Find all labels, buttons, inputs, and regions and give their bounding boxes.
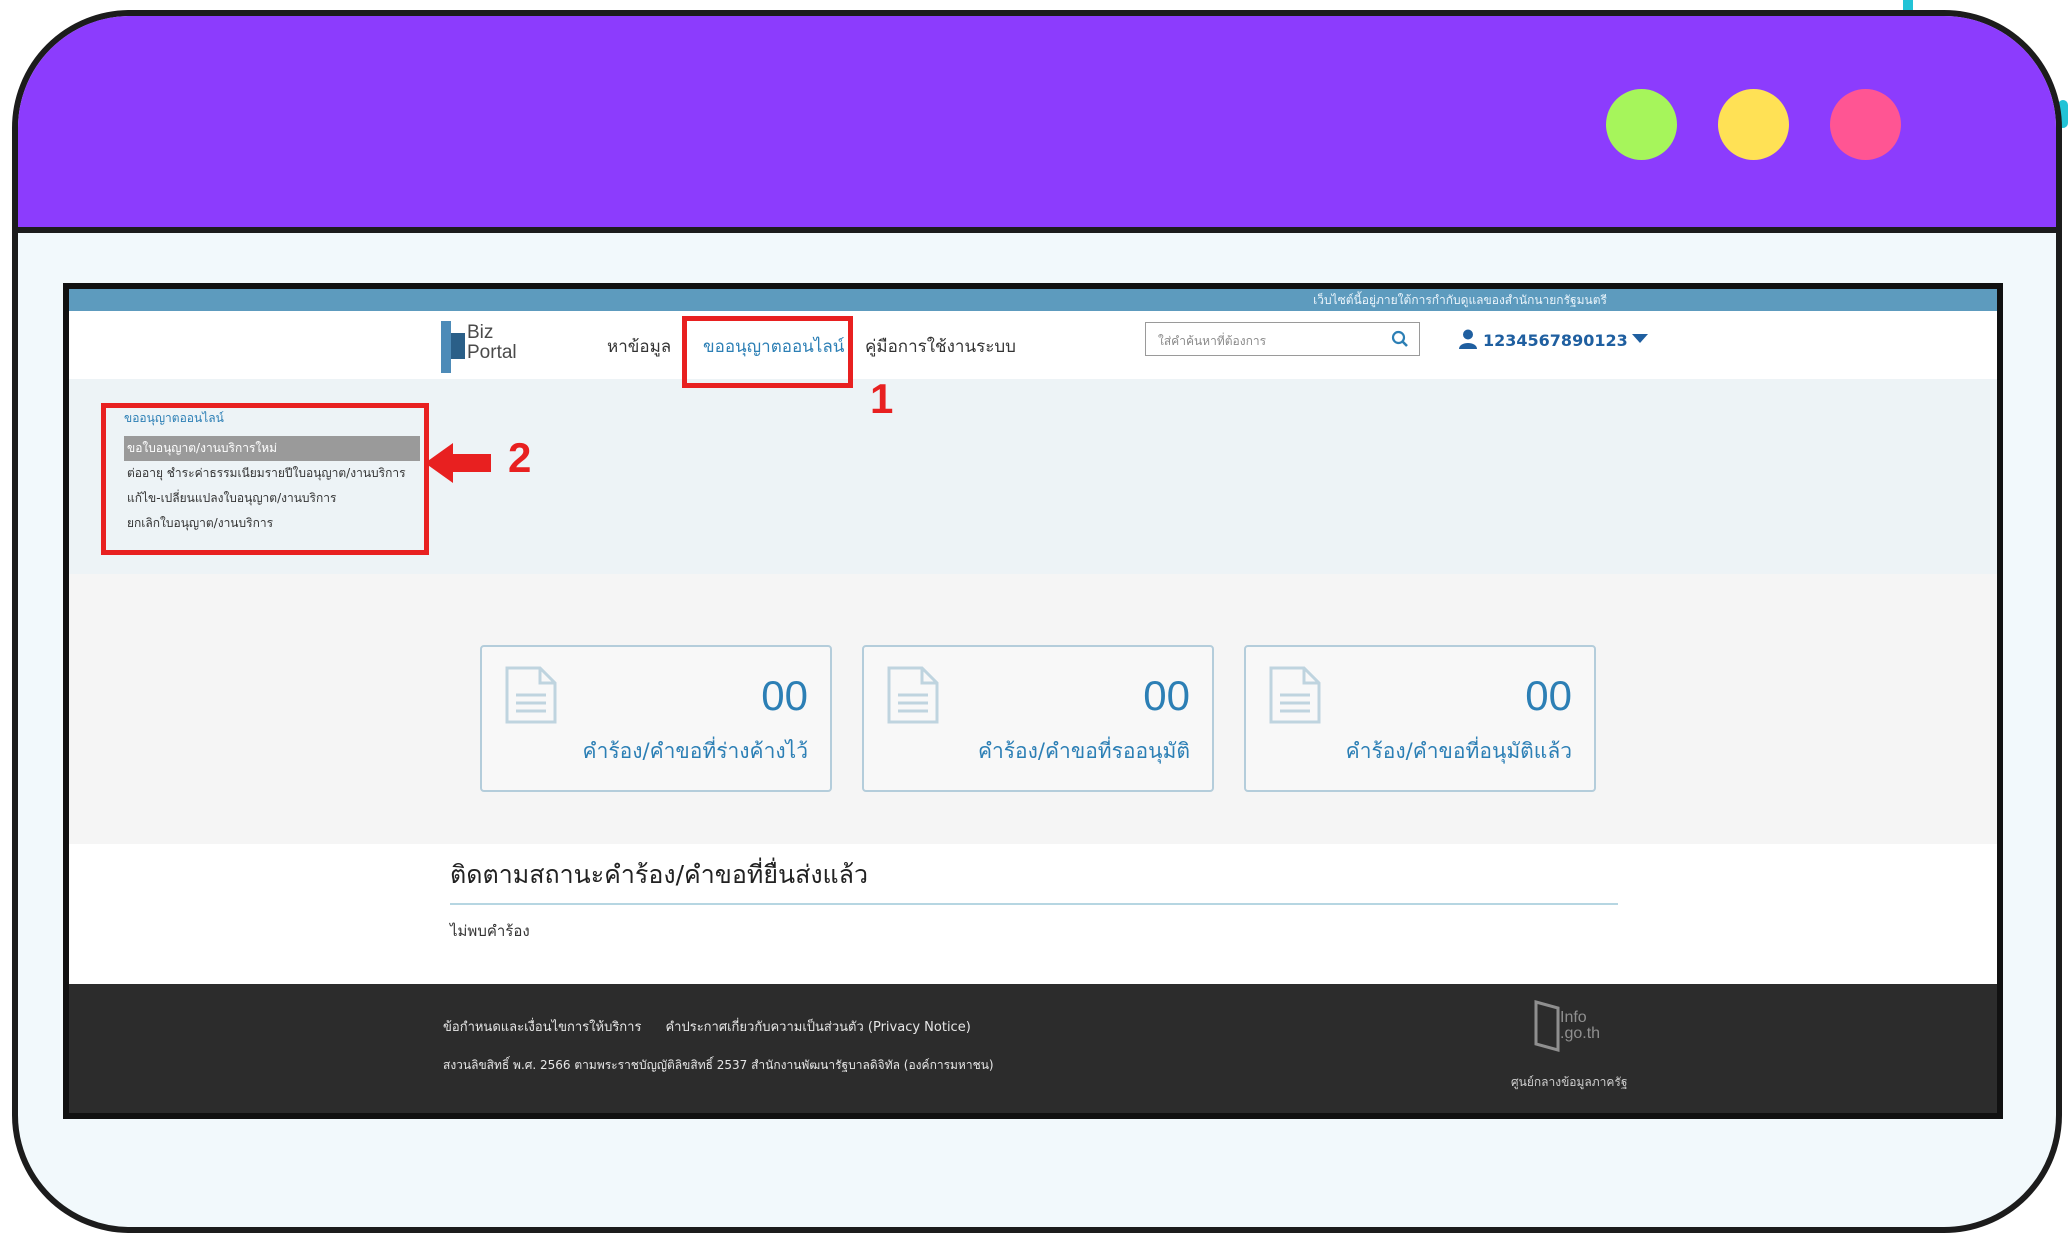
summary-card-pending[interactable]: 00 คำร้อง/คำขอที่รออนุมัติ bbox=[862, 645, 1214, 792]
green-window-dot[interactable] bbox=[1606, 89, 1677, 160]
summary-card-draft[interactable]: 00 คำร้อง/คำขอที่ร่างค้างไว้ bbox=[480, 645, 832, 792]
yellow-window-dot[interactable] bbox=[1718, 89, 1789, 160]
card-count: 00 bbox=[1525, 672, 1572, 719]
info-logo-text: Info .go.th bbox=[1560, 1010, 1600, 1042]
card-count: 00 bbox=[761, 672, 808, 719]
summary-card-approved[interactable]: 00 คำร้อง/คำขอที่อนุมัติแล้ว bbox=[1244, 645, 1596, 792]
no-requests-text: ไม่พบคำร้อง bbox=[450, 922, 530, 940]
search-icon[interactable] bbox=[1391, 330, 1409, 352]
card-label: คำร้อง/คำขอที่รออนุมัติ bbox=[977, 739, 1190, 763]
highlight-box-online-permit bbox=[682, 316, 853, 388]
document-icon bbox=[504, 665, 558, 729]
info-logo-line1: Info bbox=[1560, 1009, 1587, 1026]
footer-link-terms[interactable]: ข้อกำหนดและเงื่อนไขการให้บริการ bbox=[443, 1020, 641, 1035]
bizportal-logo[interactable]: Biz Portal bbox=[441, 319, 517, 375]
user-id: 1234567890123 bbox=[1483, 331, 1628, 350]
top-navbar: Biz Portal หาข้อมูล ขออนุญาตออนไลน์ คู่ม… bbox=[69, 311, 1997, 379]
footer-link-privacy[interactable]: คำประกาศเกี่ยวกับความเป็นส่วนตัว (Privac… bbox=[665, 1020, 970, 1035]
annotation-number-1: 1 bbox=[870, 375, 894, 422]
logo-line2: Portal bbox=[467, 342, 517, 363]
user-icon bbox=[1459, 329, 1477, 353]
tracking-section-title: ติดตามสถานะคำร้อง/คำขอที่ยื่นส่งแล้ว bbox=[450, 860, 869, 889]
nav-find-info[interactable]: หาข้อมูล bbox=[607, 333, 671, 360]
user-menu[interactable]: 1234567890123 bbox=[1459, 329, 1648, 353]
info-logo-line2: .go.th bbox=[1560, 1025, 1601, 1042]
document-icon bbox=[1268, 665, 1322, 729]
annotation-number-2: 2 bbox=[508, 434, 532, 481]
nav-user-manual[interactable]: คู่มือการใช้งานระบบ bbox=[865, 333, 1016, 360]
chevron-down-icon bbox=[1631, 334, 1648, 343]
site-footer: ข้อกำหนดและเงื่อนไขการให้บริการ คำประกาศเ… bbox=[69, 984, 1997, 1113]
logo-line1: Biz bbox=[467, 322, 494, 343]
government-notice-strip: เว็บไซต์นี้อยู่ภายใต้การกำกับดูแลของสำนั… bbox=[69, 289, 1997, 311]
footer-links: ข้อกำหนดและเงื่อนไขการให้บริการ คำประกาศเ… bbox=[443, 1016, 971, 1037]
logo-mark-inner bbox=[451, 333, 465, 359]
document-icon bbox=[886, 665, 940, 729]
section-divider bbox=[450, 903, 1618, 905]
logo-mark bbox=[441, 321, 451, 373]
info-logo-caption: ศูนย์กลางข้อมูลภาครัฐ bbox=[1511, 1075, 1628, 1089]
card-label: คำร้อง/คำขอที่ร่างค้างไว้ bbox=[582, 739, 808, 763]
card-count: 00 bbox=[1143, 672, 1190, 719]
search-input[interactable]: ใส่คำค้นหาที่ต้องการ bbox=[1145, 322, 1420, 356]
window-titlebar bbox=[18, 16, 2056, 233]
search-placeholder: ใส่คำค้นหาที่ต้องการ bbox=[1158, 334, 1267, 348]
footer-copyright: สงวนลิขสิทธิ์ พ.ศ. 2566 ตามพระราชบัญญัติ… bbox=[443, 1058, 994, 1072]
pink-window-dot[interactable] bbox=[1830, 89, 1901, 160]
logo-text: Biz Portal bbox=[467, 323, 517, 363]
card-label: คำร้อง/คำขอที่อนุมัติแล้ว bbox=[1345, 739, 1572, 763]
highlight-box-submenu bbox=[101, 403, 429, 555]
red-arrow-icon bbox=[425, 443, 491, 483]
